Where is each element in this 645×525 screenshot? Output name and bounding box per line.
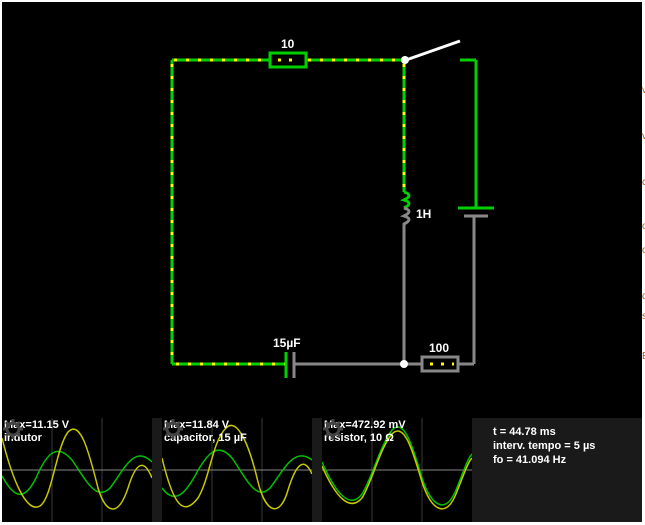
sim-time: t = 44.78 ms (493, 426, 556, 438)
simulator-window: 10 1H 15µF 100 Max=11.15 V indutor Max=1… (0, 0, 645, 525)
node-top-right[interactable] (401, 56, 409, 64)
resistor-bottom-label: 100 (429, 341, 450, 355)
capacitor-15uf[interactable] (284, 352, 296, 378)
scope-inductor[interactable]: Max=11.15 V indutor (2, 418, 152, 522)
gear-icon[interactable] (322, 418, 344, 440)
capacitor-label: 15µF (273, 336, 301, 350)
resistor-100[interactable] (420, 355, 460, 373)
simulation-info: t = 44.78 ms interv. tempo = 5 µs fo = 4… (493, 425, 595, 467)
resistor-top-label: 10 (281, 37, 295, 51)
sim-interval: interv. tempo = 5 µs (493, 440, 596, 452)
dc-source[interactable] (458, 206, 494, 218)
scope-resistor[interactable]: Max=472.92 mV resistor, 10 Ω (322, 418, 472, 522)
resistor-10[interactable] (268, 51, 308, 69)
scope-panel: Max=11.15 V indutor Max=11.84 V capacito… (2, 418, 642, 522)
gear-icon[interactable] (162, 418, 184, 440)
resonant-frequency: fo = 41.094 Hz (493, 454, 567, 466)
left-loop-wires[interactable] (170, 58, 406, 366)
current-dots (170, 58, 406, 366)
gear-icon[interactable] (2, 418, 24, 440)
circuit-diagram[interactable] (2, 2, 642, 418)
scope-capacitor[interactable]: Max=11.84 V capacitor, 15 µF (162, 418, 312, 522)
node-bottom-right[interactable] (400, 360, 408, 368)
inductor-label: 1H (416, 207, 432, 221)
circuit-canvas[interactable]: 10 1H 15µF 100 Max=11.15 V indutor Max=1… (2, 2, 642, 522)
inductor-1h[interactable] (399, 190, 411, 232)
switch[interactable] (405, 39, 478, 208)
